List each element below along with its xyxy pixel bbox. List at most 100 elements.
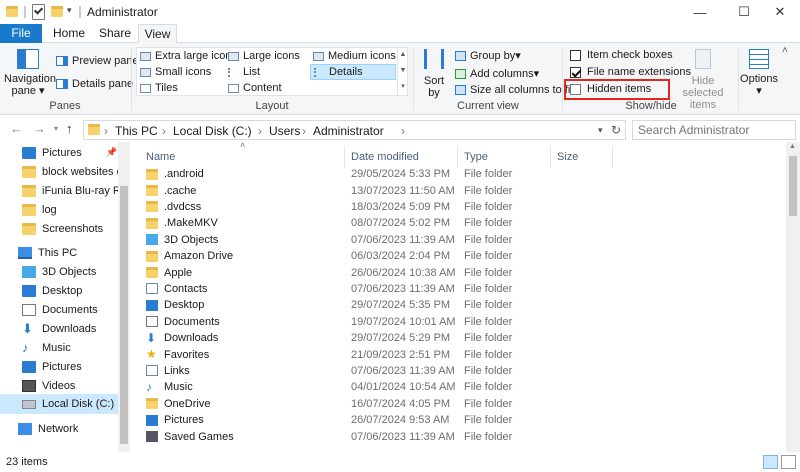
tiles-icon bbox=[140, 83, 151, 93]
tab-view[interactable]: View bbox=[138, 24, 177, 44]
nav-item-documents[interactable]: Documents bbox=[0, 300, 118, 319]
options-button[interactable]: Options ▾ bbox=[740, 49, 778, 97]
nav-item-this-pc[interactable]: This PC bbox=[0, 243, 118, 262]
refresh-icon[interactable]: ↻ bbox=[611, 123, 621, 137]
group-by-button[interactable]: Group by ▾ bbox=[455, 49, 521, 62]
column-header-name[interactable]: Name bbox=[140, 146, 345, 168]
nav-item-pictures-quick[interactable]: Pictures 📌 bbox=[0, 143, 118, 162]
table-row[interactable]: ★ Favorites 21/09/2023 2:51 PM File folder bbox=[140, 346, 590, 362]
layout-small-icons[interactable]: Small icons bbox=[140, 66, 211, 78]
documents-icon bbox=[146, 316, 158, 328]
tab-share[interactable]: Share bbox=[96, 24, 134, 43]
table-row[interactable]: Desktop 29/07/2024 5:35 PM File folder bbox=[140, 297, 590, 313]
address-dropdown-icon[interactable]: ▾ bbox=[598, 125, 603, 136]
file-name-extensions-checkbox[interactable] bbox=[570, 66, 581, 78]
nav-scrollbar-thumb[interactable] bbox=[120, 186, 128, 444]
scroll-up-icon[interactable]: ▲ bbox=[789, 143, 796, 150]
layout-list[interactable]: List bbox=[228, 66, 260, 78]
layout-tiles[interactable]: Tiles bbox=[140, 82, 178, 94]
search-input[interactable] bbox=[633, 121, 773, 139]
minimize-button[interactable]: — bbox=[680, 0, 720, 24]
column-header-size[interactable]: Size bbox=[551, 146, 613, 168]
navigation-pane-button[interactable]: Navigation pane ▾ bbox=[4, 49, 56, 97]
details-pane-button[interactable]: Details pane bbox=[56, 78, 133, 90]
recent-locations-icon[interactable]: ▾ bbox=[54, 124, 58, 133]
file-list-scrollbar[interactable]: ▲ bbox=[786, 142, 800, 452]
nav-item-log[interactable]: log bbox=[0, 200, 118, 219]
file-type: File folder bbox=[464, 315, 513, 328]
maximize-button[interactable]: ☐ bbox=[724, 0, 764, 24]
nav-scrollbar[interactable] bbox=[118, 142, 130, 452]
layout-content[interactable]: Content bbox=[228, 82, 282, 94]
nav-item-local-disk[interactable]: Local Disk (C:) bbox=[0, 394, 118, 414]
layout-extra-large-icons[interactable]: Extra large icons bbox=[140, 50, 237, 62]
nav-item-downloads[interactable]: ⬇ Downloads bbox=[0, 319, 118, 338]
desktop-icon bbox=[22, 284, 36, 297]
nav-item-desktop[interactable]: Desktop bbox=[0, 281, 118, 300]
item-check-boxes-toggle[interactable]: Item check boxes bbox=[570, 49, 673, 61]
table-row[interactable]: .android 29/05/2024 5:33 PM File folder bbox=[140, 166, 590, 182]
sort-by-button[interactable]: Sort by bbox=[418, 49, 450, 99]
column-header-date-modified[interactable]: Date modified bbox=[345, 146, 458, 168]
file-date-modified: 07/06/2023 11:39 AM bbox=[351, 282, 455, 295]
table-row[interactable]: .dvdcss 18/03/2024 5:09 PM File folder bbox=[140, 199, 590, 215]
hidden-items-highlight bbox=[564, 79, 670, 100]
close-button[interactable]: ✕ bbox=[760, 0, 800, 24]
title-divider bbox=[79, 6, 81, 18]
table-row[interactable]: ♪ Music 04/01/2024 10:54 AM File folder bbox=[140, 379, 590, 395]
preview-pane-button[interactable]: Preview pane bbox=[56, 55, 139, 67]
music-icon: ♪ bbox=[146, 379, 152, 394]
nav-item-pictures[interactable]: Pictures bbox=[0, 357, 118, 376]
new-folder-icon[interactable] bbox=[51, 4, 63, 20]
table-row[interactable]: Apple 26/06/2024 10:38 AM File folder bbox=[140, 264, 590, 280]
quick-access-divider bbox=[24, 6, 26, 18]
back-button[interactable]: ← bbox=[10, 121, 23, 136]
forward-button[interactable]: → bbox=[33, 121, 46, 136]
file-date-modified: 13/07/2023 11:50 AM bbox=[351, 184, 455, 197]
table-row[interactable]: Contacts 07/06/2023 11:39 AM File folder bbox=[140, 281, 590, 297]
layout-medium-icons[interactable]: Medium icons bbox=[313, 50, 396, 62]
search-box[interactable] bbox=[632, 120, 796, 140]
documents-icon bbox=[22, 303, 36, 316]
layout-large-icons[interactable]: Large icons bbox=[228, 50, 300, 62]
table-row[interactable]: OneDrive 16/07/2024 4:05 PM File folder bbox=[140, 396, 590, 412]
table-row[interactable]: Documents 19/07/2024 10:01 AM File folder bbox=[140, 314, 590, 330]
layout-gallery-scroll[interactable]: ▲ ▼ ▾ bbox=[397, 47, 408, 96]
address-bar[interactable]: › This PC › Local Disk (C:) › Users › Ad… bbox=[83, 120, 626, 140]
pin-icon[interactable]: 📌 bbox=[106, 147, 117, 158]
table-row[interactable]: Pictures 26/07/2024 9:53 AM File folder bbox=[140, 412, 590, 428]
nav-item-videos[interactable]: Videos bbox=[0, 376, 118, 395]
customize-quick-access-icon[interactable]: ▾ bbox=[67, 5, 77, 21]
size-all-columns-button[interactable]: Size all columns to fit bbox=[455, 84, 573, 96]
table-row[interactable]: Links 07/06/2023 11:39 AM File folder bbox=[140, 363, 590, 379]
large-icons-view-button[interactable] bbox=[781, 455, 796, 469]
file-list-scrollbar-thumb[interactable] bbox=[789, 156, 797, 216]
breadcrumb-administrator[interactable]: Administrator bbox=[313, 124, 384, 138]
add-columns-button[interactable]: Add columns ▾ bbox=[455, 67, 539, 80]
nav-item-network[interactable]: Network bbox=[0, 419, 118, 438]
column-header-type[interactable]: Type bbox=[458, 146, 551, 168]
table-row[interactable]: 3D Objects 07/06/2023 11:39 AM File folder bbox=[140, 232, 590, 248]
breadcrumb-this-pc[interactable]: This PC bbox=[115, 124, 158, 138]
up-button[interactable]: ↑ bbox=[66, 121, 73, 136]
nav-item-block-websites[interactable]: block websites on bbox=[0, 162, 118, 181]
properties-icon[interactable] bbox=[32, 4, 45, 20]
item-check-boxes-checkbox[interactable] bbox=[570, 49, 581, 61]
tab-home[interactable]: Home bbox=[50, 24, 88, 43]
nav-item-3d-objects[interactable]: 3D Objects bbox=[0, 262, 118, 281]
table-row[interactable]: .cache 13/07/2023 11:50 AM File folder bbox=[140, 182, 590, 198]
tab-file[interactable]: File bbox=[0, 24, 42, 43]
table-row[interactable]: .MakeMKV 08/07/2024 5:02 PM File folder bbox=[140, 215, 590, 231]
nav-item-ifunia[interactable]: iFunia Blu-ray Ripp bbox=[0, 181, 118, 200]
file-type: File folder bbox=[464, 381, 513, 394]
nav-item-music[interactable]: ♪ Music bbox=[0, 338, 118, 357]
table-row[interactable]: ⬇ Downloads 29/07/2024 5:29 PM File folder bbox=[140, 330, 590, 346]
breadcrumb-local-disk[interactable]: Local Disk (C:) bbox=[173, 124, 252, 138]
nav-item-screenshots[interactable]: Screenshots bbox=[0, 219, 118, 238]
details-view-button[interactable] bbox=[763, 455, 778, 469]
collapse-ribbon-icon[interactable]: ˄ bbox=[782, 45, 788, 56]
table-row[interactable]: Amazon Drive 06/03/2024 2:04 PM File folde… bbox=[140, 248, 590, 264]
table-row[interactable]: Saved Games 07/06/2023 11:39 AM File folde… bbox=[140, 428, 590, 444]
breadcrumb-users[interactable]: Users bbox=[269, 124, 300, 138]
layout-details[interactable]: Details bbox=[310, 64, 396, 80]
